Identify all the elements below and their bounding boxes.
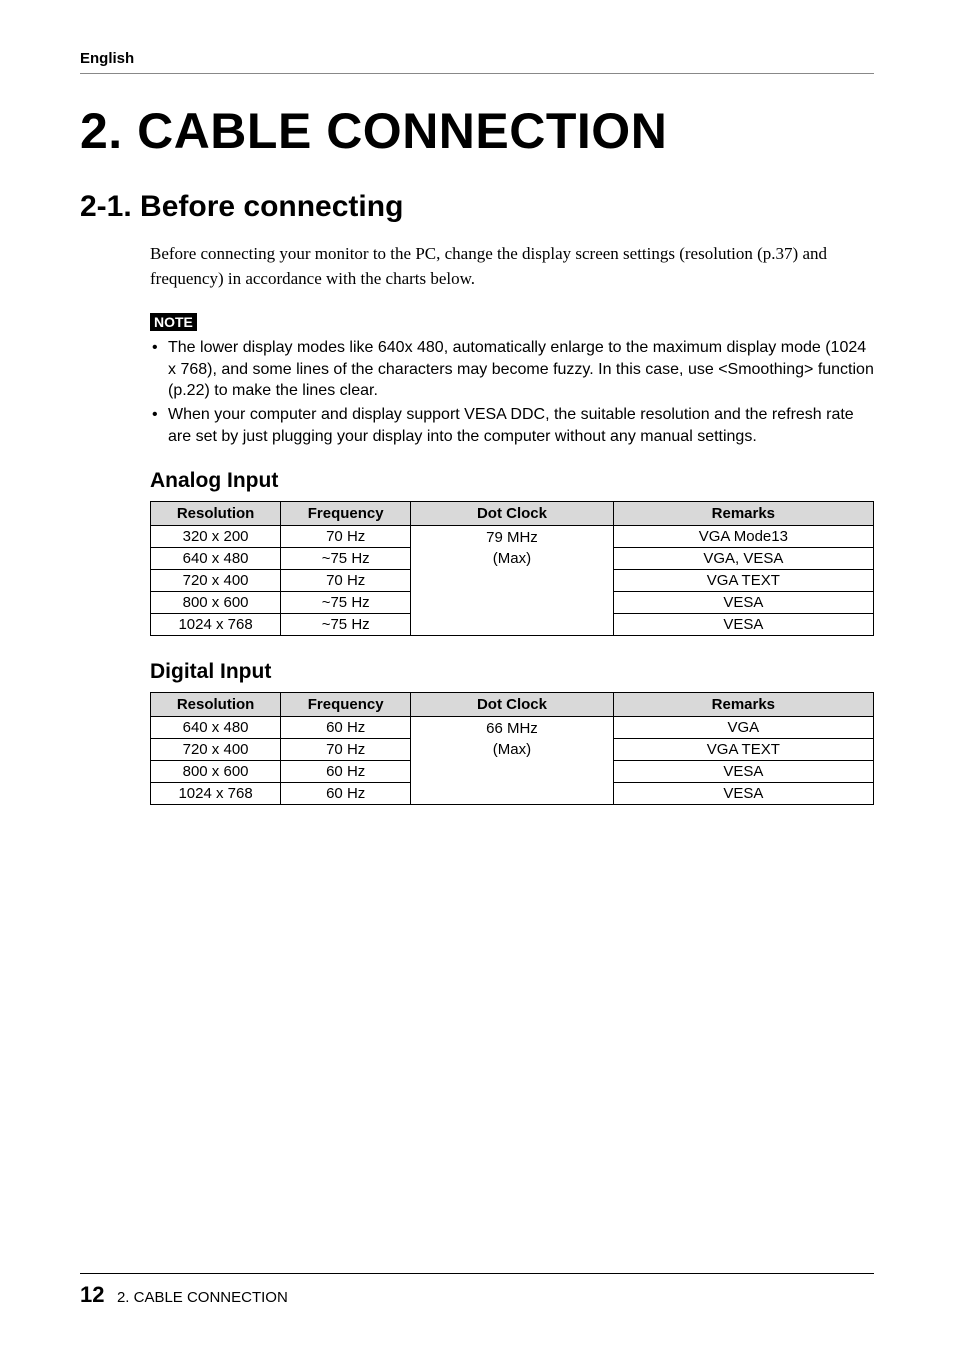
cell-frequency: 70 Hz [281, 526, 411, 548]
cell-frequency: 70 Hz [281, 739, 411, 761]
cell-resolution: 720 x 400 [151, 739, 281, 761]
note-block: NOTE The lower display modes like 640x 4… [150, 313, 874, 447]
table-row: 720 x 400 70 Hz (Max) VGA TEXT [151, 739, 874, 761]
cell-resolution: 800 x 600 [151, 592, 281, 614]
intro-paragraph: Before connecting your monitor to the PC… [150, 242, 874, 291]
cell-frequency: 60 Hz [281, 717, 411, 739]
table-row: 320 x 200 70 Hz 79 MHz VGA Mode13 [151, 526, 874, 548]
footer-text: 2. CABLE CONNECTION [117, 1289, 288, 1306]
th-resolution: Resolution [151, 502, 281, 526]
th-remarks: Remarks [613, 502, 873, 526]
th-dotclock: Dot Clock [411, 693, 613, 717]
th-dotclock: Dot Clock [411, 502, 613, 526]
page-title: 2. CABLE CONNECTION [80, 102, 874, 160]
cell-frequency: ~75 Hz [281, 614, 411, 636]
cell-dotclock [411, 614, 613, 636]
note-item: When your computer and display support V… [150, 404, 874, 447]
cell-remarks: VGA TEXT [613, 570, 873, 592]
header-language: English [80, 50, 874, 74]
table-row: 640 x 480 ~75 Hz (Max) VGA, VESA [151, 548, 874, 570]
cell-remarks: VESA [613, 761, 873, 783]
note-label: NOTE [150, 313, 197, 331]
cell-dotclock [411, 761, 613, 783]
cell-resolution: 640 x 480 [151, 717, 281, 739]
cell-dotclock [411, 783, 613, 805]
cell-remarks: VGA, VESA [613, 548, 873, 570]
digital-table: Resolution Frequency Dot Clock Remarks 6… [150, 692, 874, 805]
th-resolution: Resolution [151, 693, 281, 717]
cell-dotclock: (Max) [411, 548, 613, 570]
cell-dotclock [411, 570, 613, 592]
table-row: 800 x 600 ~75 Hz VESA [151, 592, 874, 614]
cell-remarks: VESA [613, 614, 873, 636]
analog-heading: Analog Input [150, 469, 874, 493]
section-heading: 2-1. Before connecting [80, 190, 874, 224]
table-row: 720 x 400 70 Hz VGA TEXT [151, 570, 874, 592]
note-item: The lower display modes like 640x 480, a… [150, 337, 874, 402]
page-number: 12 [80, 1282, 104, 1307]
cell-remarks: VGA [613, 717, 873, 739]
cell-remarks: VGA TEXT [613, 739, 873, 761]
cell-remarks: VESA [613, 783, 873, 805]
footer: 12 2. CABLE CONNECTION [80, 1273, 874, 1308]
cell-resolution: 320 x 200 [151, 526, 281, 548]
cell-frequency: 60 Hz [281, 783, 411, 805]
th-frequency: Frequency [281, 502, 411, 526]
cell-dotclock [411, 592, 613, 614]
th-frequency: Frequency [281, 693, 411, 717]
cell-frequency: ~75 Hz [281, 548, 411, 570]
cell-remarks: VESA [613, 592, 873, 614]
table-row: 1024 x 768 60 Hz VESA [151, 783, 874, 805]
cell-frequency: ~75 Hz [281, 592, 411, 614]
cell-frequency: 70 Hz [281, 570, 411, 592]
table-row: 800 x 600 60 Hz VESA [151, 761, 874, 783]
cell-dotclock: 66 MHz [411, 717, 613, 739]
table-row: 1024 x 768 ~75 Hz VESA [151, 614, 874, 636]
th-remarks: Remarks [613, 693, 873, 717]
digital-heading: Digital Input [150, 660, 874, 684]
cell-dotclock: 79 MHz [411, 526, 613, 548]
cell-resolution: 720 x 400 [151, 570, 281, 592]
cell-resolution: 800 x 600 [151, 761, 281, 783]
cell-resolution: 640 x 480 [151, 548, 281, 570]
cell-frequency: 60 Hz [281, 761, 411, 783]
analog-table: Resolution Frequency Dot Clock Remarks 3… [150, 501, 874, 636]
table-row: 640 x 480 60 Hz 66 MHz VGA [151, 717, 874, 739]
cell-resolution: 1024 x 768 [151, 783, 281, 805]
cell-remarks: VGA Mode13 [613, 526, 873, 548]
cell-resolution: 1024 x 768 [151, 614, 281, 636]
cell-dotclock: (Max) [411, 739, 613, 761]
